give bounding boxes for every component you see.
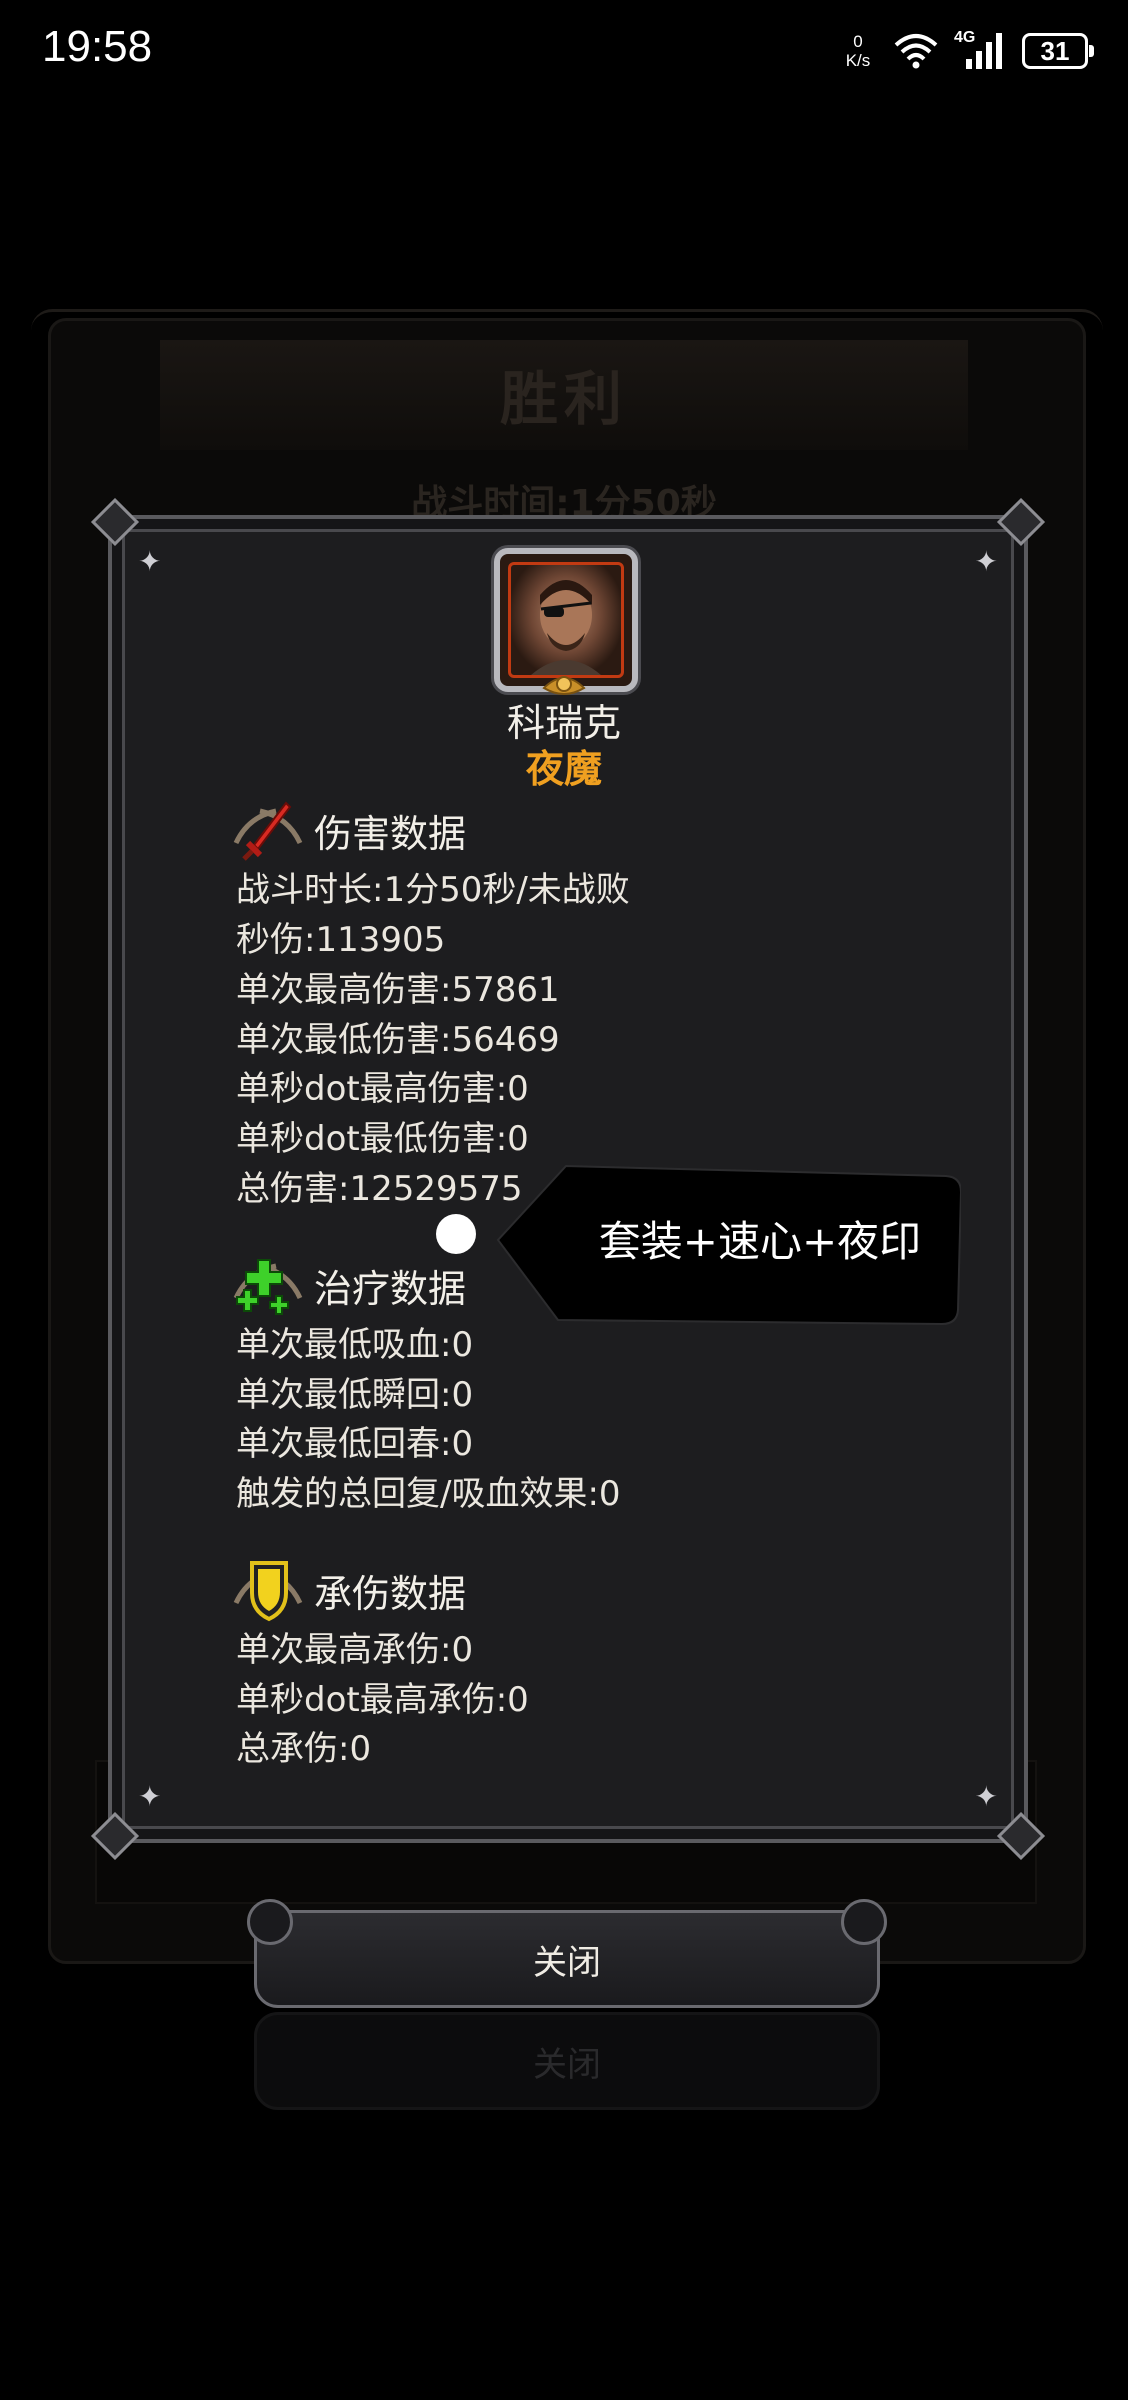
button-ornament-icon xyxy=(247,1899,293,1945)
stat-total-heal-effects: 触发的总回复/吸血效果:0 xyxy=(236,1474,621,1514)
stat-min-regen: 单次最低回春:0 xyxy=(236,1424,474,1464)
sparkle-icon: ✦ xyxy=(974,1780,998,1813)
stat-min-dot: 单秒dot最低伤害:0 xyxy=(236,1119,529,1159)
hero-avatar xyxy=(508,562,624,678)
network-speed: 0 K/s xyxy=(838,32,878,70)
hero-face-icon xyxy=(531,580,601,675)
stat-dps: 秒伤:113905 xyxy=(236,920,446,960)
battery-level: 31 xyxy=(1040,35,1070,66)
sparkle-icon: ✦ xyxy=(138,545,162,578)
green-cross-icon xyxy=(233,1259,303,1315)
yellow-shield-icon xyxy=(233,1561,303,1622)
victory-title: 胜利 xyxy=(499,365,628,433)
stat-max-dot-taken: 单秒dot最高承伤:0 xyxy=(236,1680,529,1720)
stat-total-damage-taken: 总承伤:0 xyxy=(236,1729,372,1769)
annotation-text: 套装+速心+夜印 xyxy=(598,1217,922,1266)
signal-bars-icon xyxy=(966,33,1002,69)
tank-section-title: 承伤数据 xyxy=(314,1571,467,1616)
red-sword-icon xyxy=(233,801,303,861)
status-bar: 19:58 0 K/s 4G 31 xyxy=(0,0,1128,100)
stat-battle-duration: 战斗时长:1分50秒/未战败 xyxy=(236,870,630,910)
button-ornament-icon xyxy=(841,1899,887,1945)
wifi-icon xyxy=(894,34,938,69)
damage-section-header: 伤害数据 xyxy=(228,795,466,865)
close-button-reflection: 关闭 xyxy=(254,2012,880,2110)
stat-min-instant-heal: 单次最低瞬回:0 xyxy=(236,1375,474,1415)
battery-icon: 31 xyxy=(1022,33,1094,69)
stat-max-hit: 单次最高伤害:57861 xyxy=(236,970,560,1010)
stat-max-dot: 单秒dot最高伤害:0 xyxy=(236,1069,529,1109)
status-icons: 0 K/s 4G 31 xyxy=(838,28,1094,74)
tank-section-header: 承伤数据 xyxy=(228,1555,466,1625)
close-button-label: 关闭 xyxy=(533,1942,601,1983)
healing-section-header: 治疗数据 xyxy=(228,1250,466,1320)
healing-section-title: 治疗数据 xyxy=(314,1266,467,1311)
close-button[interactable]: 关闭 xyxy=(247,1899,887,2008)
damage-section-title: 伤害数据 xyxy=(314,811,467,856)
network-speed-unit: K/s xyxy=(845,51,871,70)
sparkle-icon: ✦ xyxy=(974,545,998,578)
network-speed-value: 0 xyxy=(853,32,863,51)
close-button-reflection-label: 关闭 xyxy=(533,2044,601,2085)
sparkle-icon: ✦ xyxy=(138,1780,162,1813)
cellular-signal: 4G xyxy=(954,29,1006,71)
annotation-dot xyxy=(436,1214,476,1254)
stat-min-lifesteal: 单次最低吸血:0 xyxy=(236,1325,474,1365)
stat-max-damage-taken: 单次最高承伤:0 xyxy=(236,1630,474,1670)
stat-total-damage: 总伤害:12529575 xyxy=(236,1169,523,1209)
clock: 19:58 xyxy=(42,22,153,71)
hero-class: 夜魔 xyxy=(525,747,602,791)
stat-min-hit: 单次最低伤害:56469 xyxy=(236,1020,560,1060)
